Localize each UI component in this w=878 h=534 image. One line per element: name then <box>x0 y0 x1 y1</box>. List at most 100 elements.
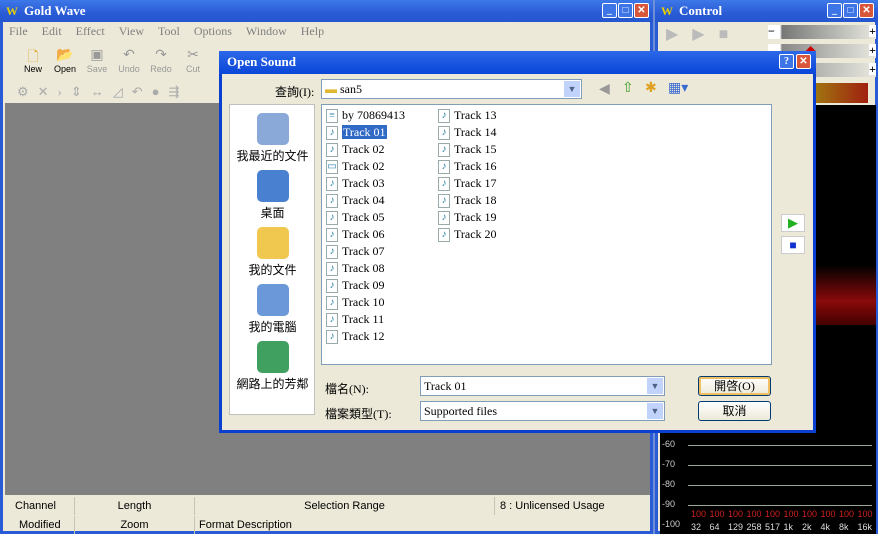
audio-file-icon: ♪ <box>438 143 450 158</box>
volume-slider[interactable]: − + <box>768 25 876 39</box>
audio-file-icon: ♪ <box>326 194 338 209</box>
view-menu-button[interactable]: ▦▾ <box>668 80 688 97</box>
file-list[interactable]: ≡ by 70869413 ♪ Track 01 ♪ Track 02 ▭ Track 02 ♪… <box>321 104 772 365</box>
file-name: Track 02 <box>342 159 385 173</box>
filetype-select[interactable]: Supported files ▼ <box>420 401 665 421</box>
text-file-icon: ≡ <box>326 109 338 124</box>
file-item[interactable]: ♪ Track 06 <box>326 226 385 243</box>
x-axis-label: 517 <box>765 522 781 532</box>
close-button[interactable]: ✕ <box>634 3 649 18</box>
menu-file[interactable]: File <box>9 24 28 38</box>
place-1[interactable]: 桌面 <box>230 170 315 221</box>
desktop-icon <box>256 170 289 202</box>
preview-stop-button[interactable]: ■ <box>781 236 805 254</box>
band-value: 100 <box>746 509 762 519</box>
place-0[interactable]: 我最近的文件 <box>230 113 315 164</box>
redo-button[interactable]: ↷ Redo <box>145 46 177 74</box>
file-item[interactable]: ♪ Track 12 <box>326 328 385 345</box>
file-item[interactable]: ♪ Track 20 <box>438 226 497 243</box>
minimize-button[interactable]: _ <box>827 3 842 18</box>
save-button[interactable]: ▣ Save <box>81 46 113 74</box>
file-item[interactable]: ♪ Track 08 <box>326 260 385 277</box>
back-button[interactable]: ◀ <box>599 81 610 98</box>
close-button[interactable]: ✕ <box>796 54 811 69</box>
file-item[interactable]: ♪ Track 19 <box>438 209 497 226</box>
file-item[interactable]: ♪ Track 11 <box>326 311 384 328</box>
menu-tool[interactable]: Tool <box>158 24 180 38</box>
close-button[interactable]: ✕ <box>859 3 874 18</box>
maximize-button[interactable]: □ <box>618 3 633 18</box>
x-axis-label: 4k <box>820 522 831 532</box>
band-value: 100 <box>839 509 855 519</box>
menu-window[interactable]: Window <box>246 24 287 38</box>
cut-button[interactable]: ✂ Cut <box>177 46 209 74</box>
place-2[interactable]: 我的文件 <box>230 227 315 278</box>
effects-toolbar: ⚙✕›⇕↔◿↶●⇶ <box>17 84 189 99</box>
menu-view[interactable]: View <box>119 24 144 38</box>
band-value: 100 <box>709 509 725 519</box>
dialog-title-bar[interactable]: Open Sound ? ✕ <box>219 51 816 74</box>
toolbar-label: Open <box>53 64 77 74</box>
filetype-label: 檔案類型(T): <box>325 407 392 421</box>
undo-icon: ↶ <box>123 46 135 62</box>
audio-file-icon: ♪ <box>438 211 450 226</box>
open-sound-dialog: Open Sound ? ✕ 查詢(I): ▬ san5 ▼ ◀ ⇧ ✱ ▦▾ 我… <box>219 51 816 433</box>
place-3[interactable]: 我的電腦 <box>230 284 315 335</box>
menu-help[interactable]: Help <box>301 24 324 38</box>
y-axis-label: -80 <box>662 479 676 489</box>
toolbar: 🗋 New 📂 Open ▣ Save ↶ Undo ↷ Redo ✂ Cut <box>17 46 209 74</box>
control-title-bar[interactable]: W Control _ □ ✕ <box>655 0 878 22</box>
new-folder-button[interactable]: ✱ <box>645 80 657 97</box>
open-button[interactable]: 📂 Open <box>49 46 81 74</box>
file-item[interactable]: ♪ Track 15 <box>438 141 497 158</box>
up-folder-button[interactable]: ⇧ <box>622 80 634 97</box>
undo-button[interactable]: ↶ Undo <box>113 46 145 74</box>
place-4[interactable]: 網路上的芳鄰 <box>230 341 315 392</box>
band-value: 100 <box>802 509 818 519</box>
grid-line <box>688 465 872 466</box>
file-item[interactable]: ♪ Track 18 <box>438 192 497 209</box>
file-item[interactable]: ♪ Track 14 <box>438 124 497 141</box>
new-button[interactable]: 🗋 New <box>17 46 49 74</box>
place-label: 我的文件 <box>248 263 297 277</box>
file-item[interactable]: ♪ Track 09 <box>326 277 385 294</box>
x-axis-label: 2k <box>802 522 812 532</box>
audio-file-icon: ♪ <box>326 313 338 328</box>
menu-effect[interactable]: Effect <box>76 24 105 38</box>
audio-file-icon: ♪ <box>438 228 450 243</box>
file-item[interactable]: ♪ Track 13 <box>438 107 497 124</box>
main-title-bar[interactable]: W Gold Wave _ □ ✕ <box>0 0 653 22</box>
file-item[interactable]: ♪ Track 16 <box>438 158 497 175</box>
file-item[interactable]: ♪ Track 05 <box>326 209 385 226</box>
file-item[interactable]: ♪ Track 03 <box>326 175 385 192</box>
menu-edit[interactable]: Edit <box>42 24 62 38</box>
toolbar-label: Save <box>86 64 108 74</box>
file-name: Track 17 <box>454 176 497 190</box>
place-label: 桌面 <box>260 206 285 220</box>
look-in-select[interactable]: ▬ san5 ▼ <box>321 79 582 99</box>
file-item[interactable]: ♪ Track 07 <box>326 243 385 260</box>
preview-play-button[interactable]: ▶ <box>781 214 805 232</box>
x-axis-label: 64 <box>709 522 720 532</box>
file-item[interactable]: ▭ Track 02 <box>326 158 385 175</box>
x-axis-label: 129 <box>728 522 744 532</box>
minimize-button[interactable]: _ <box>602 3 617 18</box>
file-item[interactable]: ♪ Track 01 <box>326 124 387 141</box>
open-button[interactable]: 開啓(O) <box>698 376 771 396</box>
file-item[interactable]: ♪ Track 17 <box>438 175 497 192</box>
file-item[interactable]: ≡ by 70869413 <box>326 107 405 124</box>
toolbar-label: Redo <box>150 64 172 74</box>
filename-input[interactable]: Track 01 ▼ <box>420 376 665 396</box>
file-item[interactable]: ♪ Track 04 <box>326 192 385 209</box>
file-name: Track 02 <box>342 142 385 156</box>
file-item[interactable]: ♪ Track 02 <box>326 141 385 158</box>
file-name: Track 15 <box>454 142 497 156</box>
band-value: 100 <box>783 509 799 519</box>
file-item[interactable]: ♪ Track 10 <box>326 294 385 311</box>
menu-options[interactable]: Options <box>194 24 232 38</box>
audio-file-icon: ♪ <box>326 143 338 158</box>
y-axis-label: -90 <box>662 499 676 509</box>
cancel-button[interactable]: 取消 <box>698 401 771 421</box>
help-button[interactable]: ? <box>779 54 794 69</box>
maximize-button[interactable]: □ <box>843 3 858 18</box>
